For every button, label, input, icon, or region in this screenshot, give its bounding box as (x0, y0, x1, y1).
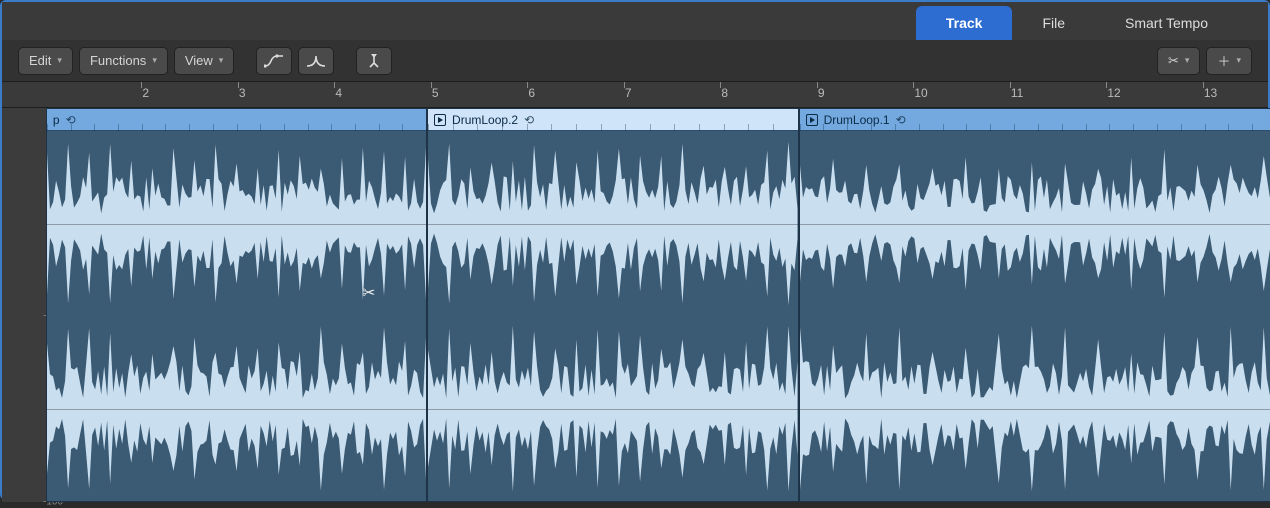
waveform-channel (47, 316, 426, 501)
edit-menu[interactable]: Edit▾ (18, 47, 73, 75)
region-subticks (428, 124, 798, 131)
ruler-bar-number: 3 (239, 86, 246, 100)
regions-container[interactable]: p⟲DrumLoop.2⟲DrumLoop.1⟲ (70, 108, 1268, 502)
region-header[interactable]: DrumLoop.2⟲ (428, 109, 798, 131)
waveform-stack (47, 131, 426, 501)
tool-scissors-menu[interactable]: ✂︎ ▾ (1157, 47, 1200, 75)
waveform-channel (800, 131, 1270, 316)
ruler-bar-number: 7 (625, 86, 632, 100)
region-header[interactable]: p⟲ (47, 109, 426, 131)
waveform-channel (800, 316, 1270, 501)
view-menu[interactable]: View▾ (174, 47, 234, 75)
waveform-channel (428, 131, 798, 316)
ruler-bar-number: 12 (1107, 86, 1120, 100)
chevron-down-icon: ▾ (1185, 55, 1190, 66)
tab-track[interactable]: Track (916, 6, 1013, 40)
audio-region[interactable]: DrumLoop.1⟲ (799, 108, 1270, 502)
ruler-bar-number: 5 (432, 86, 439, 100)
waveform-channel (428, 316, 798, 501)
waveform-stack (428, 131, 798, 501)
tab-smart-tempo[interactable]: Smart Tempo (1095, 6, 1238, 40)
tab-file[interactable]: File (1012, 6, 1095, 40)
crossfade-icon (306, 54, 326, 68)
bar-ruler[interactable]: 234567891011121314 (2, 82, 1268, 108)
chevron-down-icon: ▾ (219, 55, 224, 66)
functions-menu[interactable]: Functions▾ (79, 47, 168, 75)
ruler-bar-number: 4 (335, 86, 342, 100)
crossfade-button[interactable] (298, 47, 334, 75)
chevron-down-icon: ▾ (57, 55, 62, 66)
waveform-channel (47, 131, 426, 316)
waveform-stack (800, 131, 1270, 501)
tool-add-menu[interactable]: ＋▾ (1206, 47, 1252, 75)
flex-button[interactable] (256, 47, 292, 75)
ruler-bar-number: 11 (1011, 86, 1023, 100)
ruler-bar-number: 6 (528, 86, 535, 100)
editor-toolbar: Edit▾ Functions▾ View▾ ✂︎▾ ＋▾ (2, 40, 1268, 82)
ruler-bar-number: 9 (818, 86, 825, 100)
region-header[interactable]: DrumLoop.1⟲ (800, 109, 1270, 131)
audio-track-area: 100500-50-100100500-50-100 p⟲DrumLoop.2⟲… (2, 108, 1268, 502)
audio-region[interactable]: DrumLoop.2⟲ (427, 108, 799, 502)
ruler-bar-number: 13 (1204, 86, 1217, 100)
ruler-bar-number: 10 (914, 86, 927, 100)
automation-curve-icon (264, 54, 284, 68)
region-subticks (800, 124, 1270, 131)
top-tab-bar: Track File Smart Tempo (2, 2, 1268, 40)
ruler-bar-number: 8 (721, 86, 728, 100)
catch-playhead-button[interactable] (356, 47, 392, 75)
chevron-down-icon: ▾ (1236, 55, 1241, 66)
audio-region[interactable]: p⟲ (46, 108, 427, 502)
chevron-down-icon: ▾ (152, 55, 157, 66)
scissors-icon: ✂︎ (1168, 53, 1179, 69)
region-subticks (47, 124, 426, 131)
playhead-marker-icon (366, 53, 382, 69)
ruler-bar-number: 2 (142, 86, 149, 100)
plus-icon: ＋ (1217, 51, 1230, 70)
